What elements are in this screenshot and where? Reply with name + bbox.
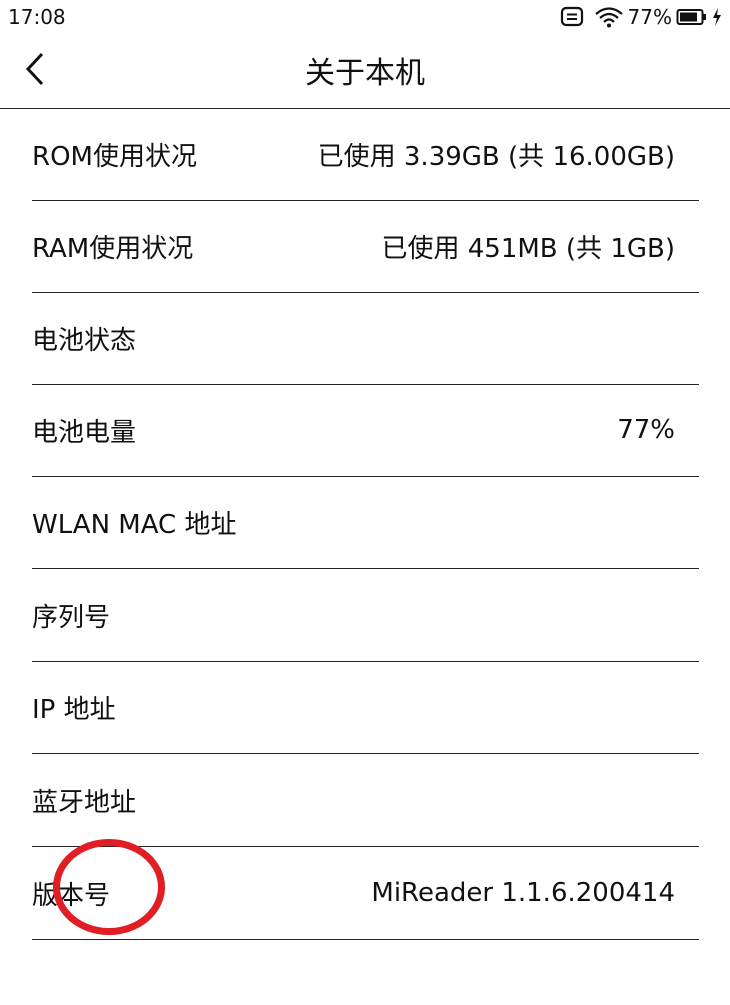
status-bar: 17:08 77% (0, 0, 730, 34)
header: 关于本机 (0, 34, 730, 109)
row-version-number[interactable]: 版本号 MiReader 1.1.6.200414 (32, 847, 699, 940)
row-rom-usage[interactable]: ROM使用状况 已使用 3.39GB (共 16.00GB) (32, 108, 699, 201)
notification-icon (560, 6, 584, 28)
status-icons: 77% (560, 5, 722, 29)
row-value: 已使用 451MB (共 1GB) (381, 233, 675, 264)
page-title: 关于本机 (305, 56, 425, 91)
row-bluetooth-address[interactable]: 蓝牙地址 (32, 754, 699, 847)
row-value: 已使用 3.39GB (共 16.00GB) (317, 141, 675, 172)
row-label: 序列号 (32, 602, 111, 633)
row-label: ROM使用状况 (32, 141, 197, 172)
row-label: RAM使用状况 (32, 233, 194, 264)
row-label: 版本号 (32, 880, 111, 911)
row-battery-level[interactable]: 电池电量 77% (32, 384, 699, 477)
about-device-screen: 17:08 77% 关于本机 ROM使用状况 已使用 3.39GB (共 16.… (0, 0, 730, 1005)
row-label: 电池状态 (32, 325, 137, 356)
row-ip-address[interactable]: IP 地址 (32, 661, 699, 754)
battery-icon (676, 7, 708, 27)
row-label: WLAN MAC 地址 (32, 509, 237, 540)
wifi-icon (594, 6, 624, 28)
row-label: 电池电量 (32, 417, 137, 448)
charging-icon (712, 7, 722, 27)
row-wlan-mac[interactable]: WLAN MAC 地址 (32, 476, 699, 569)
status-time: 17:08 (8, 5, 66, 29)
row-value: 77% (617, 415, 675, 445)
row-value: MiReader 1.1.6.200414 (371, 878, 675, 908)
row-battery-status[interactable]: 电池状态 (32, 292, 699, 385)
row-serial-number[interactable]: 序列号 (32, 569, 699, 662)
row-label: IP 地址 (32, 694, 116, 725)
battery-percent: 77% (627, 5, 672, 29)
row-ram-usage[interactable]: RAM使用状况 已使用 451MB (共 1GB) (32, 200, 699, 293)
row-label: 蓝牙地址 (32, 787, 137, 818)
